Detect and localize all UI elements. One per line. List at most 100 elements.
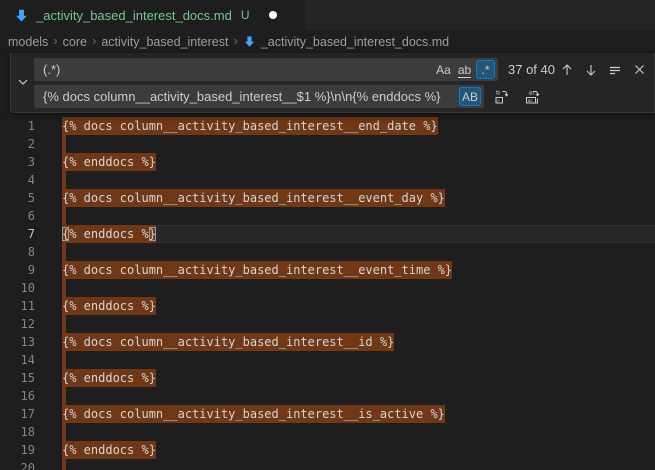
line-number: 14 [0,351,35,369]
empty-match-highlight [62,387,66,405]
code-line[interactable] [62,315,66,333]
code-line[interactable] [62,171,66,189]
line-number: 8 [0,243,35,261]
code-line[interactable]: {% enddocs %} [62,225,156,243]
replace-icon: c fb [493,89,509,105]
find-results-count: 37 of 40 [508,58,555,81]
code-line[interactable] [62,135,66,153]
chevron-down-icon [17,76,29,88]
code-line[interactable] [62,279,66,297]
close-icon [633,63,646,76]
find-in-selection-icon [608,63,622,77]
git-status-badge: U [241,8,250,22]
code-line[interactable] [62,423,66,441]
matching-bracket-close: } [149,227,156,241]
empty-match-highlight [62,351,66,369]
line-number: 10 [0,279,35,297]
replace-all-button[interactable]: ac ab [522,85,542,108]
previous-match-button[interactable] [557,58,577,81]
line-number: 3 [0,153,35,171]
breadcrumb-item-models[interactable]: models [8,35,48,49]
find-input-box: Aa ab .* [34,58,498,81]
code-line[interactable]: {% enddocs %} [62,153,156,171]
editor-pane[interactable]: 1 {% docs column__activity_based_interest… [0,53,655,470]
arrow-up-icon [560,63,574,77]
svg-text:ac: ac [528,98,534,103]
empty-match-highlight [62,243,66,261]
line-number: 13 [0,333,35,351]
code-line[interactable]: {% docs column__activity_based_interest_… [62,333,394,351]
code-line[interactable]: {% docs column__activity_based_interest_… [62,261,452,279]
replace-input[interactable] [34,89,484,104]
vscode-window: _activity_based_interest_docs.md U model… [0,0,655,470]
empty-match-highlight [62,171,66,189]
replace-one-button[interactable]: c fb [491,85,511,108]
line-number: 9 [0,261,35,279]
tab-active-file[interactable]: _activity_based_interest_docs.md U [0,0,305,30]
find-replace-widget: Aa ab .* 37 of 40 [10,53,655,113]
breadcrumb-separator-icon: › [53,33,57,48]
svg-text:c: c [497,98,500,103]
empty-match-highlight [62,459,66,470]
line-number: 20 [0,459,35,470]
empty-match-highlight [62,423,66,441]
code-line[interactable] [62,243,66,261]
breadcrumb-item-activity_based_interest[interactable]: activity_based_interest [101,35,228,49]
replace-options: AB [459,87,481,106]
find-nav-buttons [557,58,649,81]
markdown-file-icon [14,8,29,23]
code-line[interactable]: {% docs column__activity_based_interest_… [62,189,445,207]
empty-match-highlight [62,207,66,225]
find-input[interactable] [34,62,498,77]
empty-match-highlight [62,315,66,333]
regex-toggle[interactable]: .* [476,60,495,79]
line-number: 1 [0,117,35,135]
preserve-case-toggle[interactable]: AB [459,87,481,106]
empty-match-highlight [62,135,66,153]
code-line[interactable] [62,207,66,225]
breadcrumb-item-file[interactable]: _activity_based_interest_docs.md [261,35,449,49]
find-match-highlight: {% docs column__activity_based_interest_… [62,189,445,207]
find-options: Aa ab .* [434,60,495,79]
replace-buttons: c fb ac ab [491,85,542,108]
tab-filename: _activity_based_interest_docs.md [36,8,232,23]
line-number: 5 [0,189,35,207]
line-number: 2 [0,135,35,153]
code-line[interactable]: {% docs column__activity_based_interest_… [62,405,445,423]
whole-word-toggle[interactable]: ab [455,60,474,79]
code-line[interactable] [62,387,66,405]
code-text: % enddocs % [69,227,148,241]
breadcrumb-item-core[interactable]: core [63,35,87,49]
breadcrumb: models›core›activity_based_interest›_act… [0,30,655,53]
match-case-toggle[interactable]: Aa [434,60,453,79]
find-match-highlight: {% docs column__activity_based_interest_… [62,333,394,351]
code-line[interactable]: {% enddocs %} [62,369,156,387]
line-number: 12 [0,315,35,333]
line-number: 17 [0,405,35,423]
line-number: 18 [0,423,35,441]
find-match-highlight: {% docs column__activity_based_interest_… [62,117,438,135]
find-in-selection-button[interactable] [605,58,625,81]
breadcrumb-separator-icon: › [233,33,237,48]
find-match-highlight: {% enddocs %} [62,225,156,243]
whole-word-label: ab [458,65,471,78]
close-find-button[interactable] [629,58,649,81]
tab-bar: _activity_based_interest_docs.md U [0,0,655,30]
line-number: 6 [0,207,35,225]
find-match-highlight: {% enddocs %} [62,297,156,315]
markdown-file-icon [243,35,256,48]
svg-text:fb: fb [496,90,500,96]
line-number: 11 [0,297,35,315]
unsaved-dot-icon[interactable] [269,11,277,19]
toggle-replace-button[interactable] [11,53,34,111]
code-line[interactable] [62,351,66,369]
code-line[interactable]: {% enddocs %} [62,441,156,459]
replace-all-icon: ac ab [524,89,540,105]
code-line[interactable] [62,459,66,470]
find-match-highlight: {% docs column__activity_based_interest_… [62,261,452,279]
next-match-button[interactable] [581,58,601,81]
replace-input-box: AB [34,85,484,108]
code-line[interactable]: {% docs column__activity_based_interest_… [62,117,438,135]
code-line[interactable]: {% enddocs %} [62,297,156,315]
svg-text:ab: ab [529,90,535,96]
